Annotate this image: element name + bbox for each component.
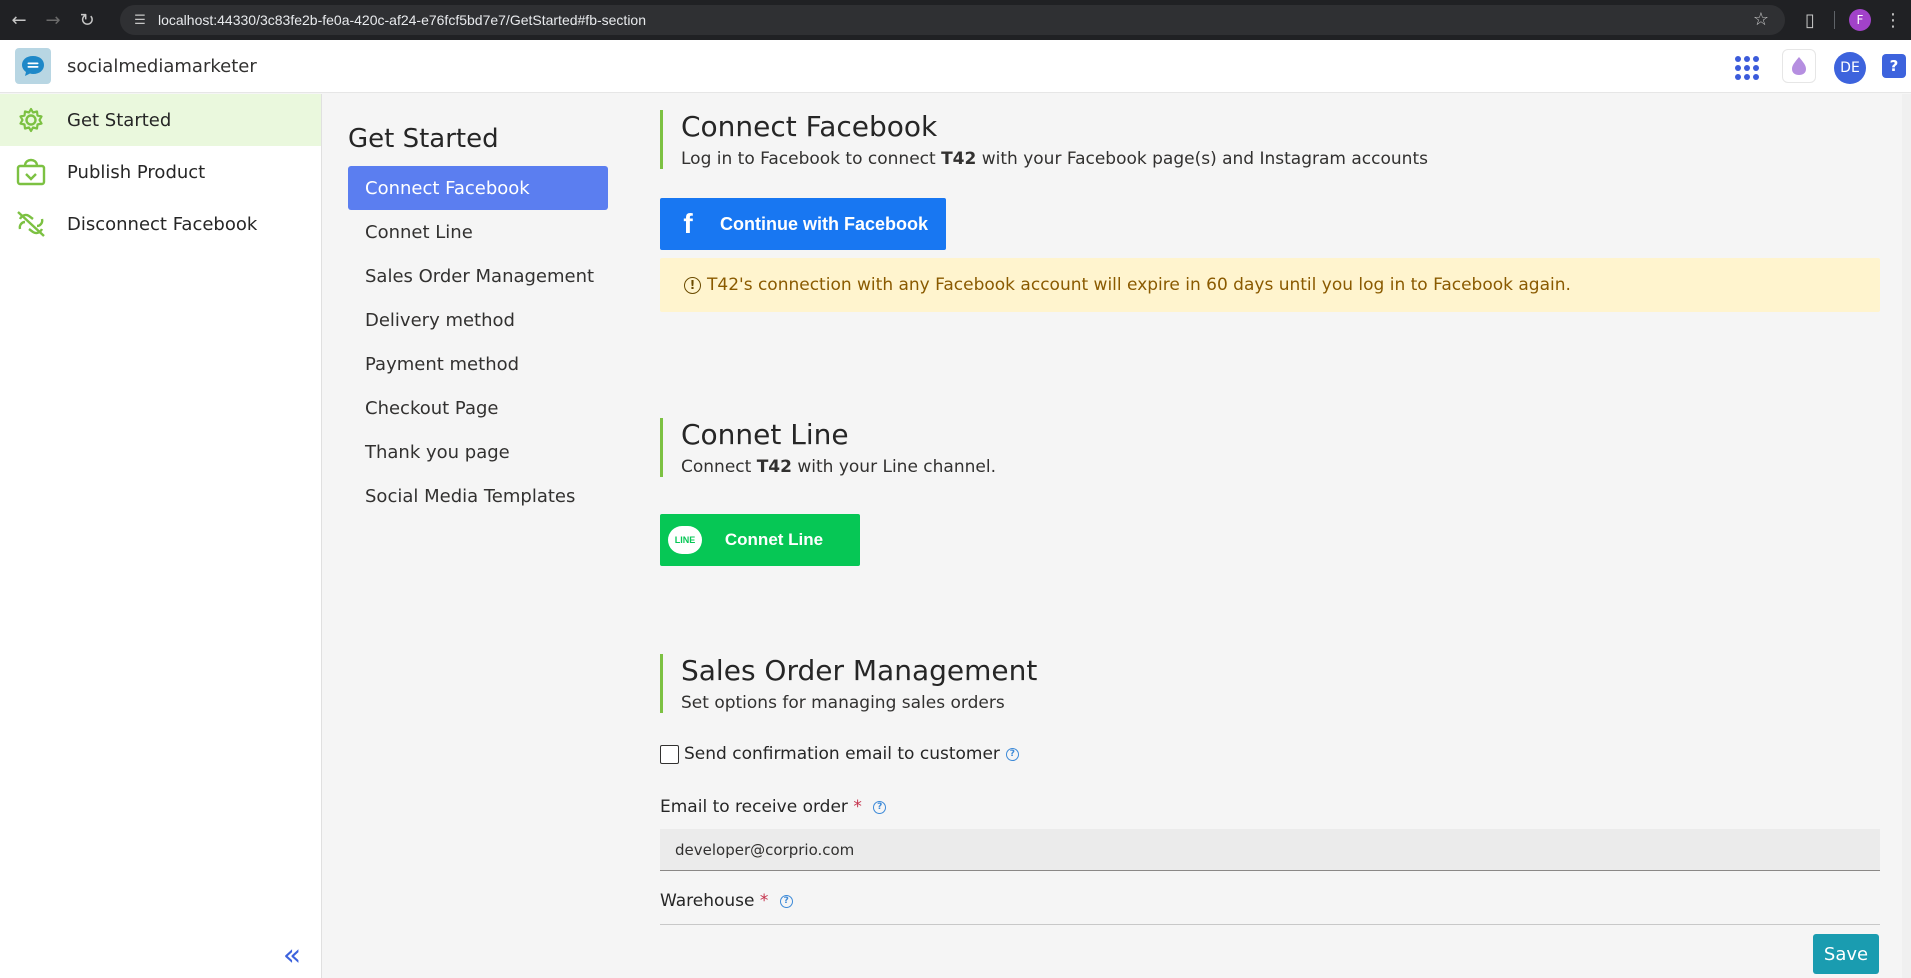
toolbar-divider <box>1834 11 1835 29</box>
sidebar-item-label: Disconnect Facebook <box>67 213 258 235</box>
scrollbar[interactable] <box>1902 94 1911 978</box>
secnav-item-connect-facebook[interactable]: Connect Facebook <box>348 166 608 210</box>
required-asterisk: * <box>759 891 769 911</box>
url-text[interactable]: localhost:44330/3c83fe2b-fe0a-420c-af24-… <box>158 12 646 28</box>
facebook-expiry-warning: ! T42's connection with any Facebook acc… <box>660 258 1880 312</box>
facebook-section: Connect Facebook Log in to Facebook to c… <box>660 110 1880 169</box>
line-section: Connet Line Connect T42 with your Line c… <box>660 418 1880 477</box>
line-section-title: Connet Line <box>681 418 849 451</box>
help-question-icon[interactable]: ? <box>779 894 793 908</box>
app-header: socialmediamarketer DE ? <box>0 40 1911 93</box>
confirmation-email-row: Send confirmation email to customer ? <box>660 744 1019 764</box>
line-logo-icon: LINE <box>668 526 702 554</box>
address-bar[interactable]: ☰ localhost:44330/3c83fe2b-fe0a-420c-af2… <box>120 5 1785 35</box>
email-field-label: Email to receive order * ? <box>660 797 887 817</box>
line-section-desc: Connect T42 with your Line channel. <box>681 457 996 477</box>
sales-order-section: Sales Order Management Set options for m… <box>660 654 1880 713</box>
secnav-item-payment-method[interactable]: Payment method <box>348 342 608 386</box>
connet-line-button[interactable]: LINE Connet Line <box>660 514 860 566</box>
secnav-item-sales-order-management[interactable]: Sales Order Management <box>348 254 608 298</box>
sidebar-item-disconnect-facebook[interactable]: Disconnect Facebook <box>0 198 321 250</box>
gear-icon <box>14 103 48 137</box>
confirmation-email-checkbox[interactable] <box>660 744 679 764</box>
collapse-sidebar-icon[interactable]: « <box>277 938 307 973</box>
facebook-section-header: Connect Facebook Log in to Facebook to c… <box>660 110 1880 169</box>
app-name[interactable]: socialmediamarketer <box>67 56 257 77</box>
confirmation-email-label[interactable]: Send confirmation email to customer <box>684 744 1000 764</box>
warehouse-field[interactable] <box>660 924 1880 925</box>
facebook-button-label: Continue with Facebook <box>719 213 928 234</box>
sales-order-section-header: Sales Order Management Set options for m… <box>660 654 1880 713</box>
sidebar-item-label: Publish Product <box>67 161 206 183</box>
section-nav: Get Started Connect Facebook Connet Line… <box>348 124 608 518</box>
section-nav-title: Get Started <box>348 124 499 154</box>
bookmark-star-icon[interactable]: ☆ <box>1753 9 1769 30</box>
left-sidebar: Get Started Publish Product Disconnect F… <box>0 94 322 978</box>
tenant-logo-icon[interactable] <box>1782 49 1816 83</box>
browser-menu-icon[interactable]: ⋮ <box>1883 6 1903 34</box>
warning-icon: ! <box>684 276 701 294</box>
line-section-header: Connet Line Connect T42 with your Line c… <box>660 418 1880 477</box>
help-icon[interactable]: ? <box>1882 54 1906 78</box>
browser-profile-avatar[interactable]: F <box>1849 9 1871 31</box>
secnav-item-social-media-templates[interactable]: Social Media Templates <box>348 474 608 518</box>
sidebar-item-publish-product[interactable]: Publish Product <box>0 146 321 198</box>
browser-toolbar: ← → ↻ ☰ localhost:44330/3c83fe2b-fe0a-42… <box>0 0 1911 40</box>
facebook-section-desc: Log in to Facebook to connect T42 with y… <box>681 149 1428 169</box>
continue-with-facebook-button[interactable]: f Continue with Facebook <box>660 198 946 250</box>
app-logo-icon[interactable] <box>15 48 51 84</box>
secnav-item-checkout-page[interactable]: Checkout Page <box>348 386 608 430</box>
secnav-item-connet-line[interactable]: Connet Line <box>348 210 608 254</box>
site-info-icon[interactable]: ☰ <box>130 10 150 30</box>
facebook-f-icon: f <box>683 208 693 239</box>
line-button-label: Connet Line <box>724 530 824 549</box>
help-question-icon[interactable]: ? <box>873 800 887 814</box>
reload-icon[interactable]: ↻ <box>70 3 104 37</box>
secnav-item-delivery-method[interactable]: Delivery method <box>348 298 608 342</box>
warning-text: T42's connection with any Facebook accou… <box>707 275 1571 295</box>
sales-order-section-desc: Set options for managing sales orders <box>681 693 1005 713</box>
warehouse-field-label: Warehouse * ? <box>660 891 793 911</box>
save-button[interactable]: Save <box>1813 934 1879 974</box>
facebook-section-title: Connect Facebook <box>681 110 938 143</box>
forward-arrow-icon[interactable]: → <box>36 3 70 37</box>
app-launcher-icon[interactable] <box>1732 53 1760 81</box>
email-to-receive-order-field[interactable] <box>660 829 1880 871</box>
required-asterisk: * <box>853 797 862 817</box>
secnav-item-thank-you-page[interactable]: Thank you page <box>348 430 608 474</box>
unlink-icon <box>14 207 48 241</box>
extensions-icon[interactable]: ▯ <box>1796 6 1824 34</box>
sales-order-section-title: Sales Order Management <box>681 654 1038 687</box>
help-question-icon[interactable]: ? <box>1005 747 1019 761</box>
publish-bag-icon <box>14 155 48 189</box>
back-arrow-icon[interactable]: ← <box>2 3 36 37</box>
sidebar-item-label: Get Started <box>67 109 172 131</box>
sidebar-item-get-started[interactable]: Get Started <box>0 94 321 146</box>
user-avatar[interactable]: DE <box>1834 52 1866 84</box>
